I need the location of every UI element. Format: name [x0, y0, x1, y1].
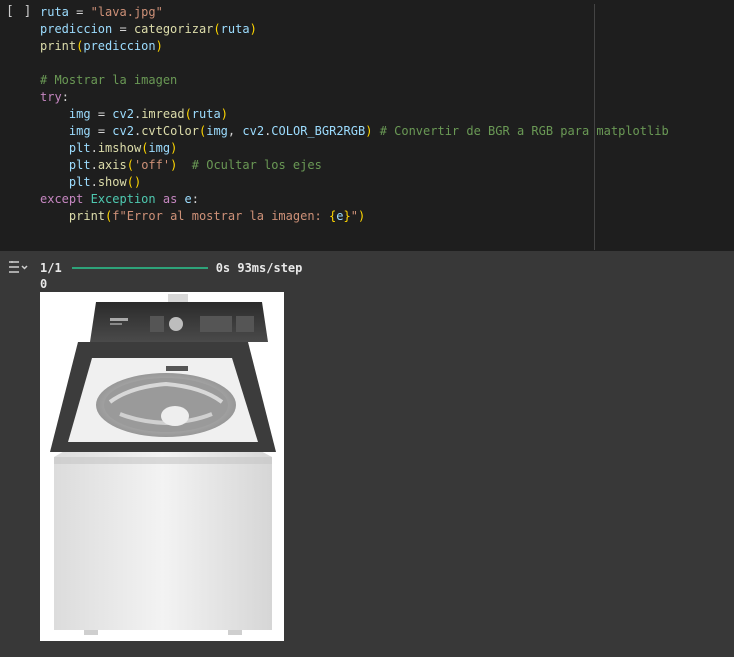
cell-output: 1/1 0s 93ms/step 0 [0, 251, 734, 657]
run-cell-button[interactable]: [ ] [6, 4, 32, 19]
code-token: COLOR_BGR2RGB [271, 124, 366, 138]
code-line: plt.axis('off') # Ocultar los ejes [40, 157, 669, 174]
code-token: axis [97, 158, 127, 172]
code-token: cv2 [112, 107, 134, 121]
washing-machine-image [50, 294, 276, 635]
code-token: . [90, 158, 98, 172]
progress-bar [71, 266, 208, 269]
code-token: ( [126, 175, 134, 189]
code-token: "lava.jpg" [90, 5, 163, 19]
code-token: : [191, 192, 200, 206]
code-token: cvtColor [141, 124, 199, 138]
code-token: ruta [40, 5, 69, 19]
code-token: cv2 [112, 124, 134, 138]
code-token: print [68, 209, 106, 223]
printed-value: 0 [40, 277, 48, 291]
code-token: : [61, 90, 69, 104]
code-token: Exception [90, 192, 156, 206]
code-token: print [40, 39, 77, 53]
code-line: prediccion = categorizar(ruta) [40, 21, 669, 38]
code-token: } [343, 209, 351, 223]
code-token: try [40, 90, 62, 104]
code-token: prediccion [83, 39, 156, 53]
code-line: img = cv2.cvtColor(img, cv2.COLOR_BGR2RG… [40, 123, 669, 140]
code-line: ruta = "lava.jpg" [40, 4, 669, 21]
code-token: as [162, 192, 178, 206]
code-token: = [112, 22, 134, 36]
code-token: , [227, 124, 243, 138]
code-token: ( [126, 158, 134, 172]
code-cell[interactable]: [ ] ruta = "lava.jpg" prediccion = catego… [0, 0, 734, 251]
code-token: categorizar [133, 22, 214, 36]
code-token: show [97, 175, 127, 189]
code-token: ( [184, 107, 192, 121]
code-token: ) [155, 39, 163, 53]
progress-step: 1/1 [40, 260, 62, 275]
code-token: = [90, 107, 113, 121]
code-token: ) [170, 141, 178, 155]
code-token: # Mostrar la imagen [40, 73, 178, 87]
output-image [40, 292, 284, 641]
code-token: # Ocultar los ejes [191, 158, 322, 172]
code-token: ruta [191, 107, 221, 121]
code-token: img [68, 107, 91, 121]
code-token: img [206, 124, 228, 138]
code-token: = [90, 124, 113, 138]
code-token: ( [213, 22, 221, 36]
code-token: " [350, 209, 358, 223]
code-token: f"Error al mostrar la imagen: [112, 209, 330, 223]
line-length-ruler [594, 4, 595, 250]
code-token: . [90, 175, 98, 189]
code-token: img [68, 124, 91, 138]
code-token: . [90, 141, 98, 155]
code-line: try: [40, 89, 669, 106]
progress-line: 1/1 0s 93ms/step [40, 259, 302, 276]
code-line: print(prediccion) [40, 38, 669, 55]
code-token: imshow [97, 141, 142, 155]
code-token: ) [220, 107, 228, 121]
code-token: except [40, 192, 84, 206]
progress-time: 0s 93ms/step [215, 260, 303, 275]
code-token: = [68, 5, 91, 19]
code-token: ) [133, 175, 142, 189]
code-token: imread [141, 107, 185, 121]
code-token: ) [357, 209, 366, 223]
code-line: img = cv2.imread(ruta) [40, 106, 669, 123]
code-line: except Exception as e: [40, 191, 669, 208]
output-toggle-icon[interactable] [8, 260, 28, 274]
code-token: e [184, 192, 192, 206]
code-line: print(f"Error al mostrar la imagen: {e}"… [40, 208, 669, 225]
code-token: plt [68, 175, 91, 189]
code-line: plt.imshow(img) [40, 140, 669, 157]
code-line: plt.show() [40, 174, 669, 191]
code-token: prediccion [40, 22, 113, 36]
code-token: ruta [220, 22, 250, 36]
code-token: ) [249, 22, 257, 36]
code-token: cv2 [242, 124, 265, 138]
code-token: img [148, 141, 171, 155]
code-line: # Mostrar la imagen [40, 72, 669, 89]
code-token: # Convertir de BGR a RGB para matplotlib [379, 124, 669, 138]
code-editor[interactable]: ruta = "lava.jpg" prediccion = categoriza… [40, 4, 669, 225]
code-token: 'off' [133, 158, 171, 172]
code-token: plt [68, 141, 91, 155]
code-token: plt [68, 158, 91, 172]
